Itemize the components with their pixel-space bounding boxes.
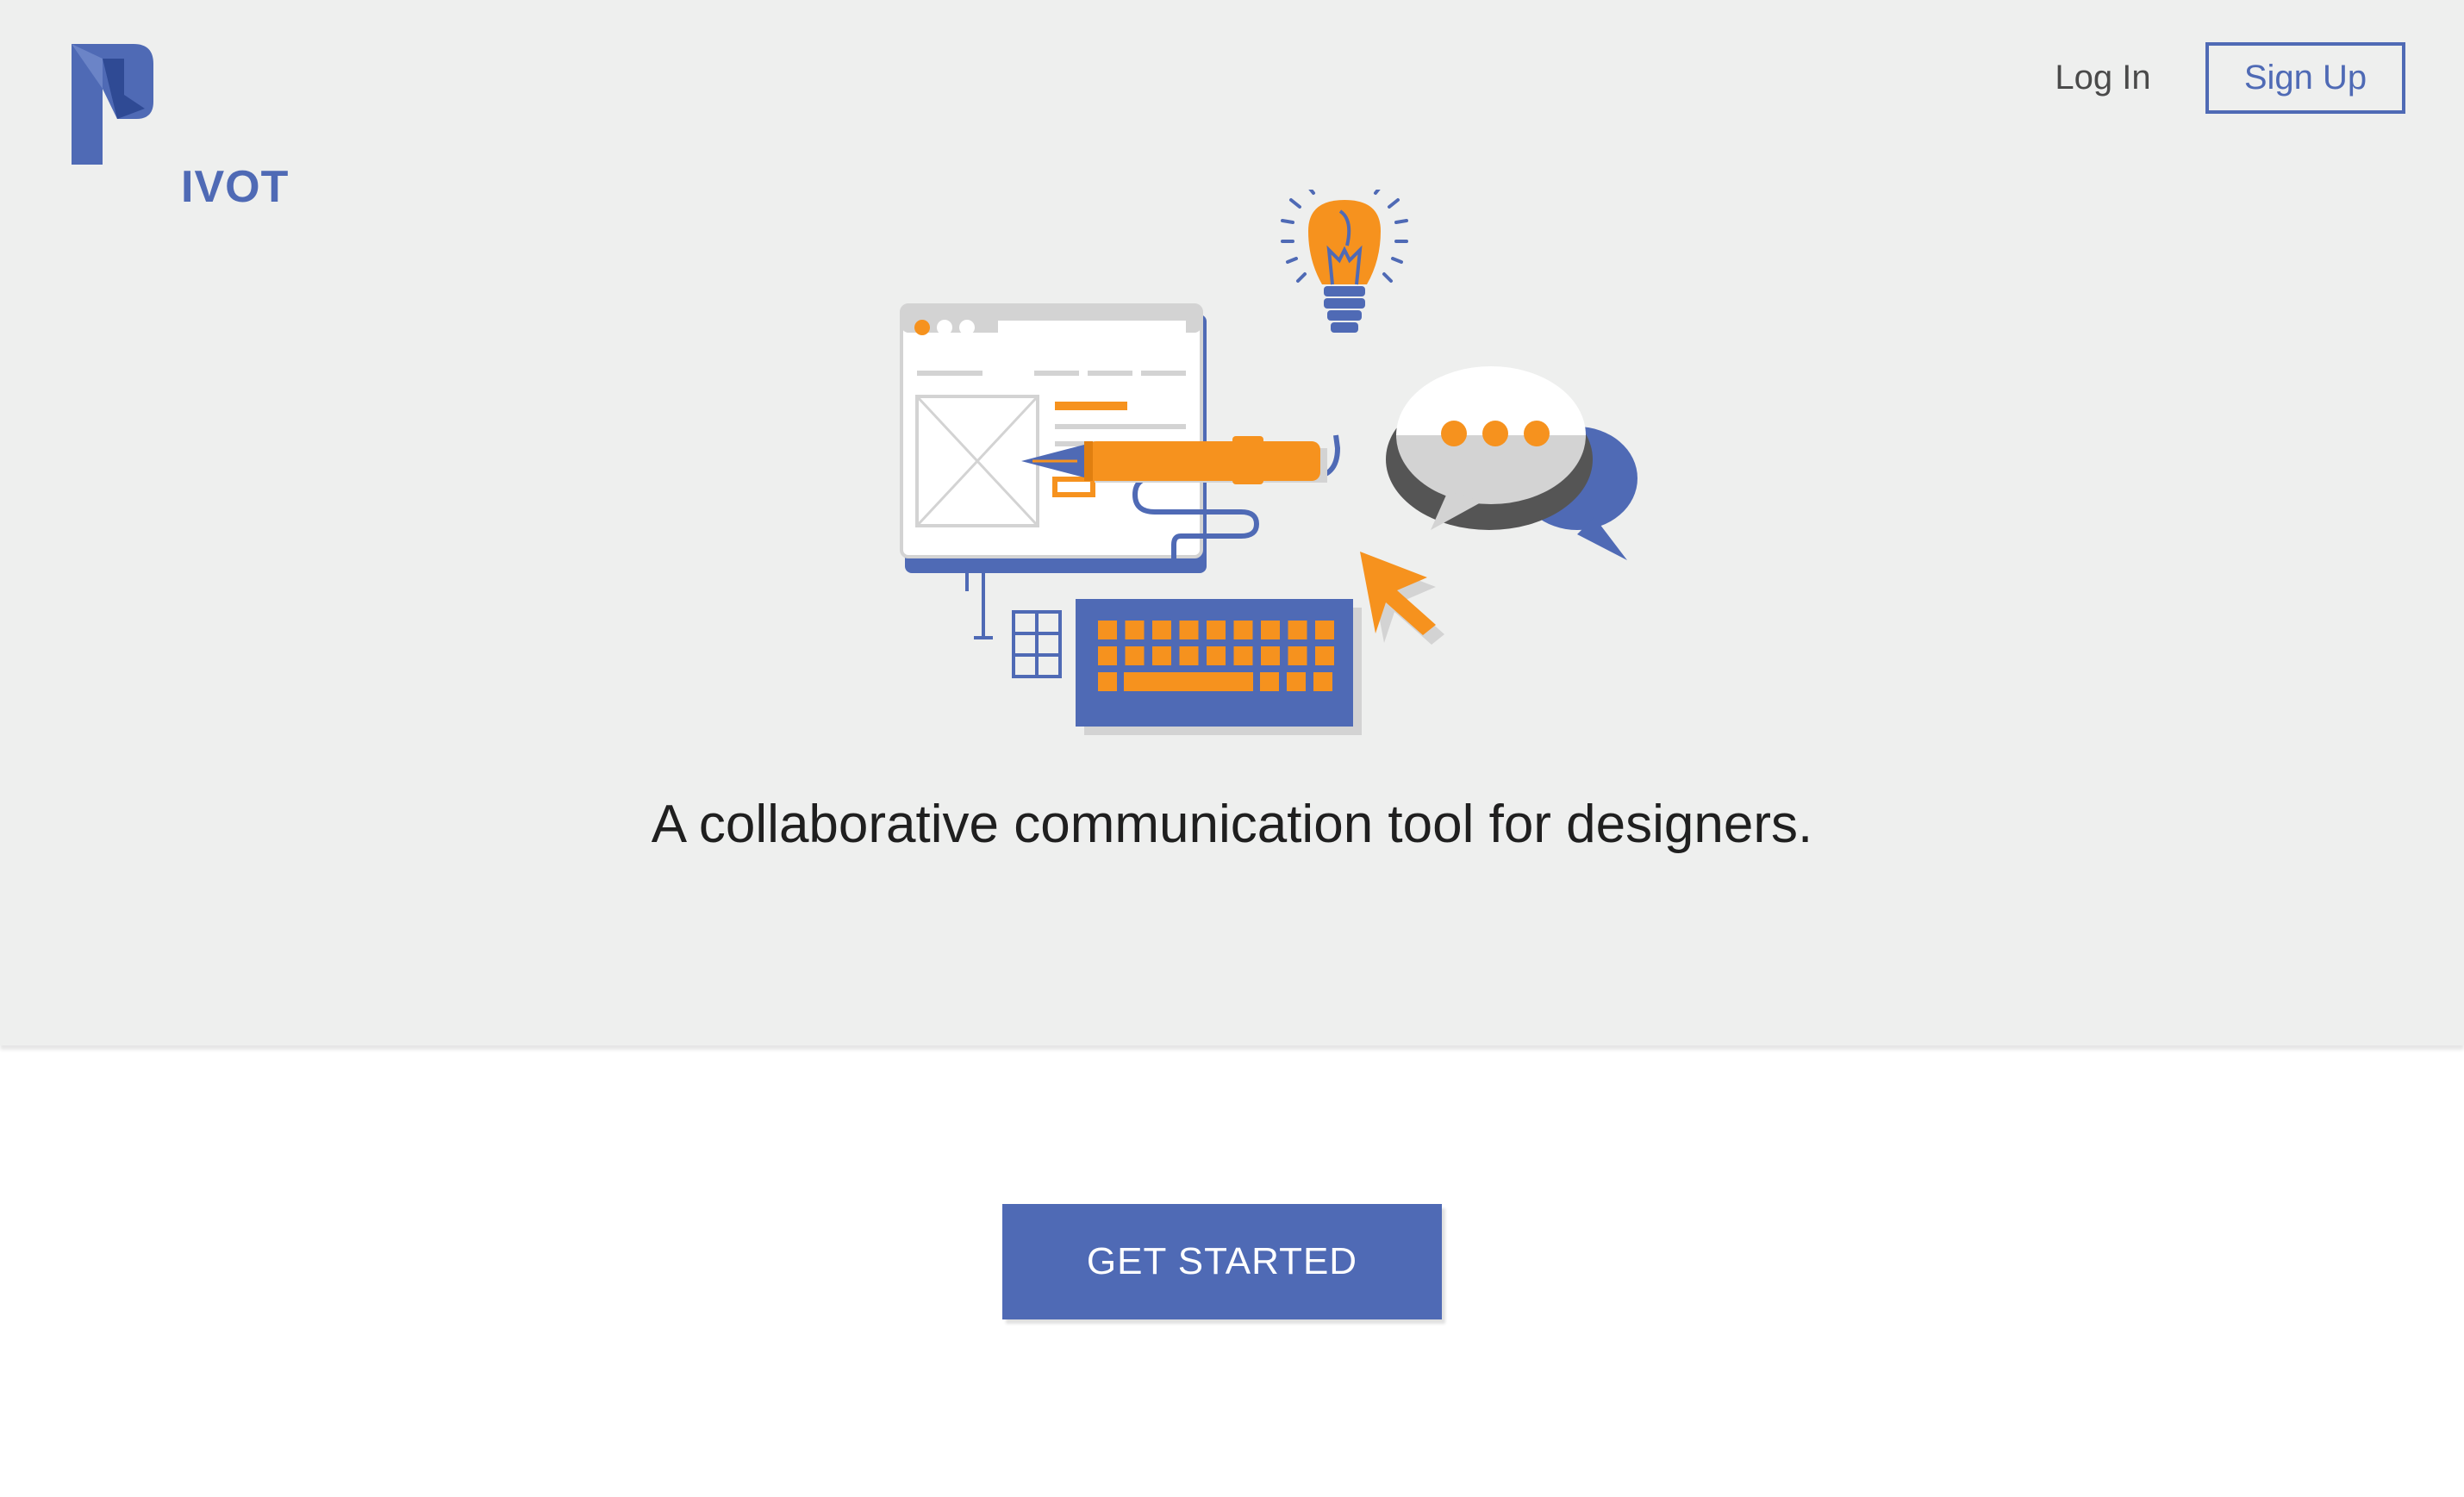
keyboard-icon xyxy=(1076,599,1362,735)
keyboard-key xyxy=(1152,621,1171,639)
logo-wordmark: IVOT xyxy=(181,162,290,212)
keyboard-key xyxy=(1098,621,1117,639)
text-table-icon xyxy=(965,560,1062,678)
login-link[interactable]: Log In xyxy=(2038,50,2168,105)
keyboard-key xyxy=(1207,646,1226,665)
keyboard-key xyxy=(1287,672,1306,691)
keyboard-key xyxy=(1260,672,1279,691)
pivot-logo[interactable]: IVOT xyxy=(69,41,288,209)
logo-mark-icon xyxy=(72,44,153,165)
keyboard-key xyxy=(1179,646,1199,665)
chat-bubbles-icon xyxy=(1386,366,1637,560)
keyboard-key xyxy=(1207,621,1226,639)
keyboard-key xyxy=(1315,621,1334,639)
browser-window-icon xyxy=(900,303,1207,573)
cursor-arrow-icon xyxy=(1360,552,1444,645)
keyboard-key xyxy=(1179,621,1199,639)
light-bulb-icon xyxy=(1281,190,1408,333)
hero-section: IVOT Log In Sign Up A collaborative comm… xyxy=(0,0,2464,1045)
keyboard-key xyxy=(1261,646,1280,665)
keyboard-key xyxy=(1261,621,1280,639)
hero-illustration xyxy=(900,190,1637,735)
keyboard-key xyxy=(1124,672,1253,691)
keyboard-key xyxy=(1288,621,1307,639)
keyboard-key xyxy=(1233,621,1253,639)
keyboard-key xyxy=(1315,646,1334,665)
keyboard-key xyxy=(1313,672,1332,691)
keyboard-key xyxy=(1233,646,1253,665)
hero-tagline: A collaborative communication tool for d… xyxy=(651,795,1813,854)
get-started-button[interactable]: GET STARTED xyxy=(1002,1204,1442,1319)
keyboard-key xyxy=(1288,646,1307,665)
keyboard-key xyxy=(1125,646,1145,665)
keyboard-key xyxy=(1125,621,1145,639)
keyboard-keys xyxy=(1098,621,1334,691)
keyboard-key xyxy=(1152,646,1171,665)
signup-button[interactable]: Sign Up xyxy=(2205,42,2405,114)
keyboard-key xyxy=(1098,672,1117,691)
keyboard-key xyxy=(1098,646,1117,665)
